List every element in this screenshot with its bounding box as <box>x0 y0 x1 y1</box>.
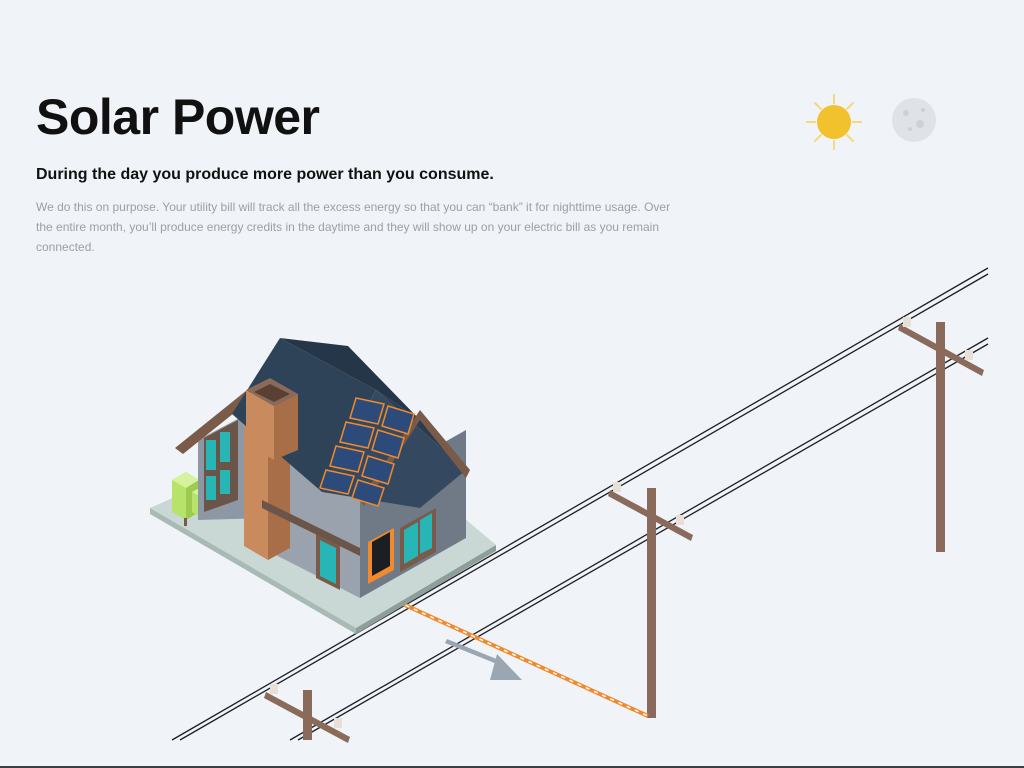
tree-icon <box>172 472 218 526</box>
sun-icon <box>806 94 862 150</box>
solar-panel-icon <box>319 397 415 507</box>
house-with-solar-panels-icon <box>175 338 470 598</box>
page-title: Solar Power <box>36 89 320 145</box>
utility-pole-icon <box>898 317 984 552</box>
page-subtitle: During the day you produce more power th… <box>36 166 494 183</box>
utility-pole-icon <box>264 684 350 743</box>
power-lines <box>171 267 989 741</box>
utility-pole-icon <box>608 482 693 718</box>
energy-line <box>350 488 649 718</box>
day-mode-button[interactable] <box>804 92 864 152</box>
energy-flow-arrow-icon <box>445 639 522 680</box>
solar-power-page: Solar Power During the day you produce m… <box>0 0 1024 768</box>
moon-icon <box>892 98 936 142</box>
page-description: We do this on purpose. Your utility bill… <box>36 200 671 254</box>
night-mode-button[interactable] <box>890 96 938 144</box>
ground-platform <box>150 420 496 634</box>
day-night-toggle <box>800 90 950 154</box>
